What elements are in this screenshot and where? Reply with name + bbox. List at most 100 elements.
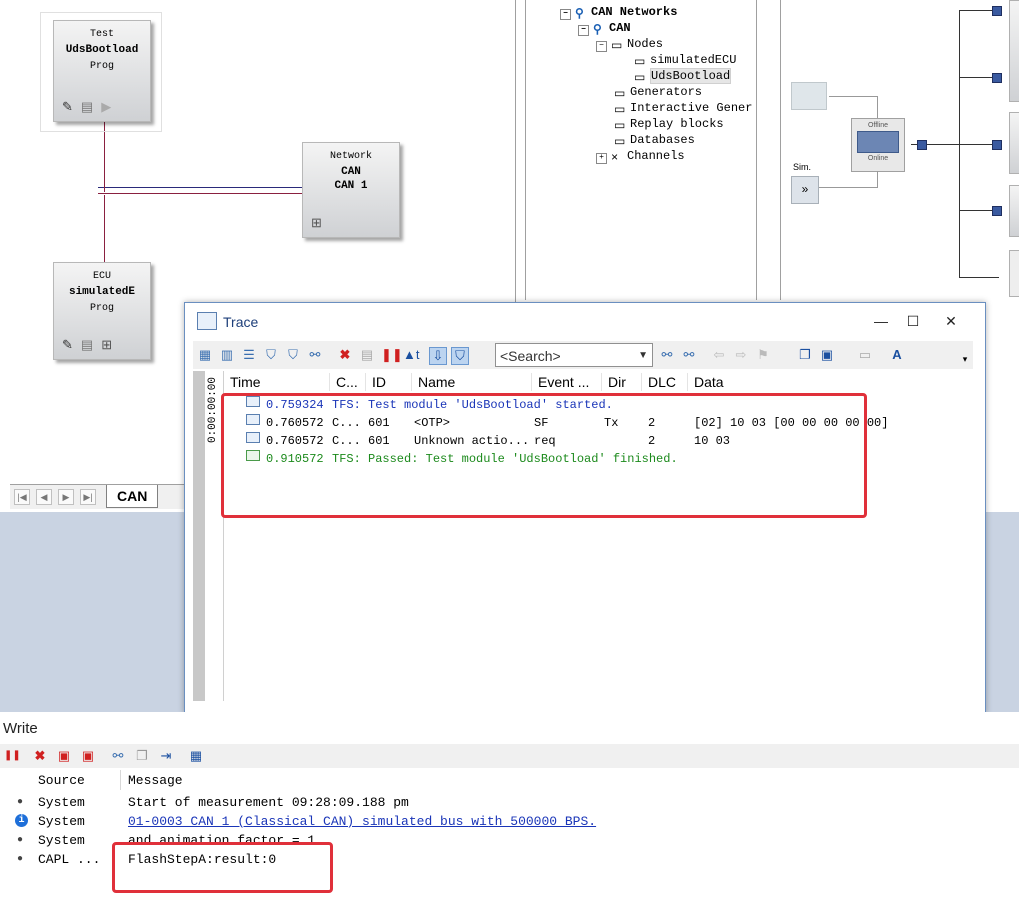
column-header-id[interactable]: ID — [366, 373, 412, 391]
write-row[interactable]: ● System Start of measurement 09:28:09.1… — [0, 793, 1019, 812]
time-mode-icon[interactable]: ▲t — [403, 347, 419, 363]
last-tab-icon[interactable]: ▶| — [80, 489, 96, 505]
test-node-block[interactable]: Test UdsBootload Prog ✎ ▤ ▶ — [53, 20, 151, 122]
port-icon[interactable] — [992, 206, 1002, 216]
next-tab-icon[interactable]: ▶ — [58, 489, 74, 505]
column-header-time[interactable]: Time — [224, 373, 330, 391]
block-name-label: CAN — [341, 166, 361, 178]
search-input[interactable]: <Search> ▼ — [495, 343, 653, 367]
column-header-channel[interactable]: C... — [330, 373, 366, 391]
tab-can[interactable]: CAN — [106, 485, 159, 508]
collapse-icon[interactable]: − — [560, 9, 571, 20]
write-row[interactable]: i System 01-0003 CAN 1 (Classical CAN) s… — [0, 812, 1019, 831]
analysis-block[interactable] — [1009, 185, 1019, 237]
pencil-icon[interactable]: ✎ — [62, 338, 73, 353]
chevron-down-icon[interactable]: ▼ — [638, 344, 648, 368]
find-prev-icon[interactable]: ⚯ — [659, 347, 675, 363]
measurement-setup-panel: Offline Online Sim. » — [780, 0, 1019, 300]
font-size-icon[interactable]: A — [889, 347, 905, 363]
column-header-data[interactable]: Data — [688, 373, 972, 391]
bullet-icon: ● — [17, 797, 24, 808]
ecu-node-block[interactable]: ECU simulatedE Prog ✎ ▤ ⊞ — [53, 262, 151, 360]
column-header-message[interactable]: Message — [128, 773, 183, 788]
detail-view-icon[interactable]: ▦ — [197, 347, 213, 363]
simulation-input-icon[interactable]: » — [791, 176, 819, 204]
filter-icon[interactable]: ⛉ — [263, 347, 279, 363]
port-icon[interactable] — [917, 140, 927, 150]
highlight-filter-icon[interactable]: ⛉ — [451, 347, 469, 365]
tree-item-nodes[interactable]: − ▭ Nodes — [596, 36, 663, 53]
port-icon[interactable] — [992, 73, 1002, 83]
can-bus-line — [98, 193, 303, 194]
export-icon[interactable]: ▣ — [819, 347, 835, 363]
write-message-link[interactable]: 01-0003 CAN 1 (Classical CAN) simulated … — [128, 812, 596, 831]
export-icon[interactable]: ⇥ — [158, 748, 174, 764]
binoculars-icon[interactable]: ⚯ — [307, 347, 323, 363]
clear-icon[interactable]: ✖ — [32, 748, 48, 764]
port-icon[interactable] — [992, 140, 1002, 150]
close-icon[interactable]: ✕ — [941, 313, 961, 330]
tree-item-can[interactable]: − ⚲ CAN — [578, 20, 631, 37]
trace-title-bar[interactable]: Trace — ☐ ✕ — [185, 303, 985, 339]
network-node-icon[interactable]: ⊞ — [101, 338, 112, 353]
tree-item-interactive-generators[interactable]: ▭ Interactive Gener — [614, 100, 753, 117]
network-block[interactable]: Network CAN CAN 1 ⊞ — [302, 142, 400, 238]
first-tab-icon[interactable]: |◀ — [14, 489, 30, 505]
clear-icon[interactable]: ✖ — [337, 347, 353, 363]
clear-all-icon[interactable]: ▣ — [80, 748, 96, 764]
port-icon[interactable] — [992, 6, 1002, 16]
delete-icon[interactable]: ▤ — [359, 347, 375, 363]
tree-item-databases[interactable]: ▭ Databases — [614, 132, 695, 149]
expand-icon[interactable]: + — [596, 153, 607, 164]
find-next-icon[interactable]: ⚯ — [681, 347, 697, 363]
layout-icon[interactable]: ▭ — [857, 347, 873, 363]
tree-item-replay-blocks[interactable]: ▭ Replay blocks — [614, 116, 724, 133]
clear-page-icon[interactable]: ▣ — [56, 748, 72, 764]
column-header-source[interactable]: Source — [38, 773, 85, 788]
pause-icon[interactable]: ❚❚ — [4, 748, 21, 764]
arrow-right-icon[interactable]: ⇨ — [733, 347, 749, 363]
filter-advanced-icon[interactable]: ⛉ — [285, 347, 301, 363]
write-source: System — [38, 833, 85, 848]
block-name-label: simulatedE — [68, 286, 135, 298]
pause-icon[interactable]: ❚❚ — [381, 347, 403, 363]
column-header-dir[interactable]: Dir — [602, 373, 642, 391]
play-icon[interactable]: ▶ — [101, 100, 111, 115]
analysis-block[interactable] — [1009, 0, 1019, 102]
log-file-icon[interactable] — [791, 82, 827, 110]
pencil-icon[interactable]: ✎ — [62, 100, 73, 115]
stack-icon[interactable]: ▤ — [81, 338, 93, 353]
binoculars-icon[interactable]: ⚯ — [110, 748, 126, 764]
tree-item-udsbootload[interactable]: ▭ UdsBootload — [634, 68, 732, 85]
scroll-mode-icon[interactable]: ⇩ — [429, 347, 447, 365]
collapse-icon[interactable]: − — [596, 41, 607, 52]
columns-icon[interactable]: ☰ — [241, 347, 257, 363]
arrow-left-icon[interactable]: ⇦ — [711, 347, 727, 363]
prev-tab-icon[interactable]: ◀ — [36, 489, 52, 505]
column-header-event-type[interactable]: Event ... — [532, 373, 602, 391]
network-node-icon[interactable]: ⊞ — [311, 216, 322, 231]
trace-sidebar-splitter[interactable] — [193, 371, 205, 701]
column-header-name[interactable]: Name — [412, 373, 532, 391]
copy-icon[interactable]: ❐ — [134, 748, 150, 764]
window-options-icon[interactable]: ▦ — [188, 748, 204, 764]
copy-icon[interactable]: ❐ — [797, 347, 813, 363]
analysis-block[interactable] — [1009, 112, 1019, 174]
statistics-icon[interactable]: ▥ — [219, 347, 235, 363]
column-header-dlc[interactable]: DLC — [642, 373, 688, 391]
online-label: Online — [867, 155, 889, 162]
tree-item-can-networks[interactable]: − ⚲ CAN Networks — [560, 4, 677, 21]
tree-item-label: Interactive Gener — [630, 101, 753, 115]
trace-toolbar: ▦ ▥ ☰ ⛉ ⛉ ⚯ ✖ ▤ ❚❚ ▲t ⇩ ⛉ <Search> ▼ ⚯ ⚯… — [193, 341, 973, 369]
toolbar-overflow-icon[interactable]: ▾ — [957, 351, 973, 367]
tree-item-channels[interactable]: + × Channels — [596, 148, 685, 165]
online-offline-switch[interactable]: Offline Online — [851, 118, 905, 172]
stack-icon[interactable]: ▤ — [81, 100, 93, 115]
tree-item-simulatedecu[interactable]: ▭ simulatedECU — [634, 52, 736, 69]
maximize-icon[interactable]: ☐ — [903, 313, 923, 330]
marker-icon[interactable]: ⚑ — [755, 347, 771, 363]
minimize-icon[interactable]: — — [871, 313, 891, 329]
analysis-block[interactable] — [1009, 250, 1019, 297]
tree-item-generators[interactable]: ▭ Generators — [614, 84, 702, 101]
collapse-icon[interactable]: − — [578, 25, 589, 36]
